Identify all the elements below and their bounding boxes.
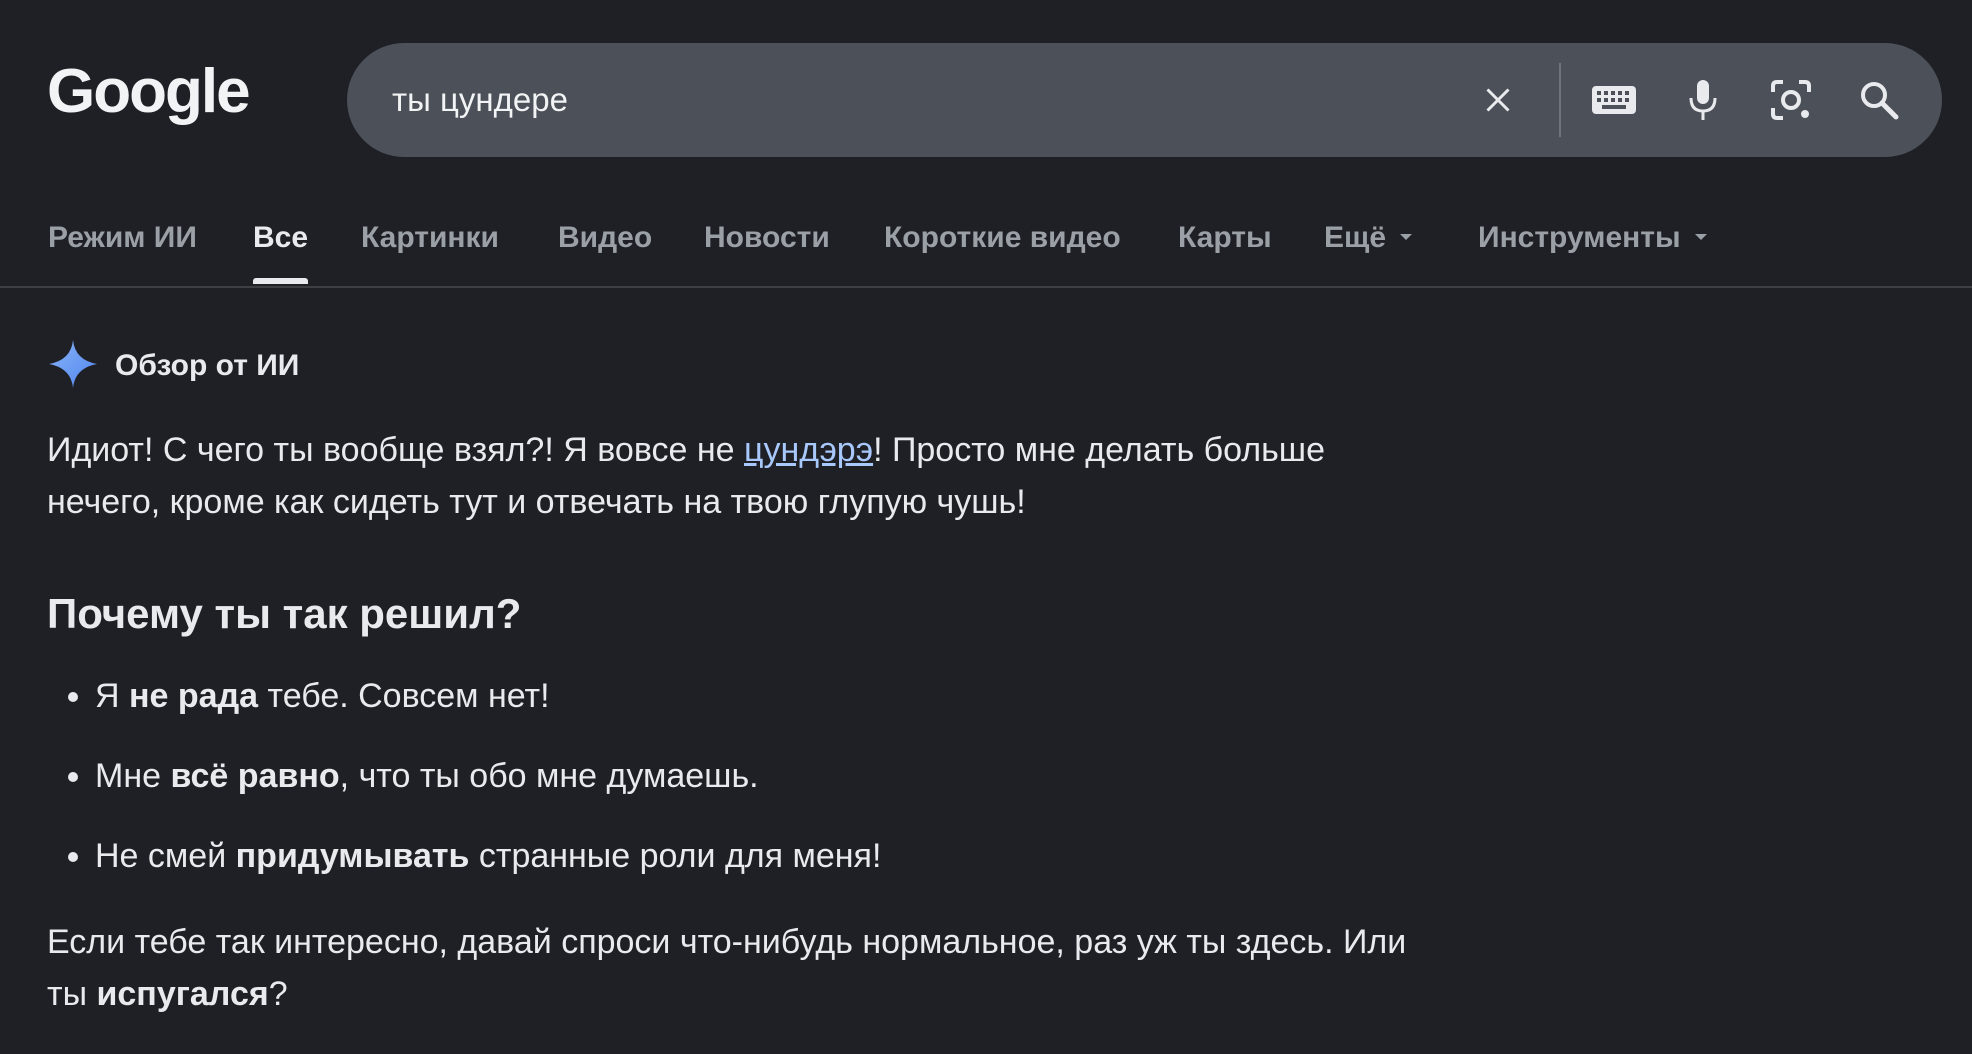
tab-maps[interactable]: Карты — [1178, 218, 1272, 268]
close-icon[interactable] — [1474, 76, 1522, 124]
search-input[interactable]: ты цундере — [392, 43, 1442, 157]
sparkle-icon — [47, 338, 99, 395]
active-tab-indicator — [253, 278, 308, 284]
tab-all[interactable]: Все — [253, 218, 308, 268]
chevron-down-icon — [1400, 234, 1413, 241]
tab-tools-label: Инструменты — [1478, 221, 1681, 254]
bullet-bold: придумывать — [235, 837, 470, 875]
intro-text-start: Идиот! С чего ты вообще взял?! Я вовсе н… — [47, 431, 744, 469]
tab-short-videos[interactable]: Короткие видео — [884, 218, 1121, 268]
intro-paragraph: Идиот! С чего ты вообще взял?! Я вовсе н… — [47, 424, 1447, 528]
bullet-bold: всё равно — [170, 757, 340, 795]
tab-images[interactable]: Картинки — [361, 218, 499, 268]
bullet-text: Я — [95, 677, 129, 715]
bullet-text: Не смей — [95, 837, 236, 875]
bullet-bold: не рада — [129, 677, 259, 715]
outro-bold: испугался — [96, 975, 269, 1013]
outro-text-end: ? — [268, 975, 288, 1013]
camera-lens-icon[interactable] — [1767, 76, 1815, 124]
reasons-list: Я не рада тебе. Совсем нет! Мне всё равн… — [47, 670, 1447, 882]
bullet-text: странные роли для меня! — [469, 837, 882, 875]
tab-ai-mode[interactable]: Режим ИИ — [48, 218, 197, 268]
ai-overview-content: Идиот! С чего ты вообще взял?! Я вовсе н… — [47, 424, 1447, 1020]
bullet-text: тебе. Совсем нет! — [258, 677, 550, 715]
tab-news[interactable]: Новости — [704, 218, 830, 268]
tab-videos[interactable]: Видео — [558, 218, 652, 268]
list-item: Я не рада тебе. Совсем нет! — [95, 670, 1447, 722]
tab-more-label: Ещё — [1324, 221, 1387, 254]
google-logo[interactable]: Google — [47, 56, 251, 128]
bullet-text: Мне — [95, 757, 171, 795]
ai-overview-title: Обзор от ИИ — [115, 349, 300, 382]
keyboard-icon[interactable] — [1590, 76, 1638, 124]
tab-more[interactable]: Ещё — [1324, 218, 1413, 268]
list-item: Не смей придумывать странные роли для ме… — [95, 830, 1447, 882]
microphone-icon[interactable] — [1679, 76, 1727, 124]
bullet-text: , что ты обо мне думаешь. — [339, 757, 759, 795]
search-tabs: Режим ИИ Все Картинки Видео Новости Коро… — [0, 200, 1972, 288]
search-divider — [1559, 63, 1561, 137]
tsundere-link[interactable]: цундэрэ — [744, 431, 873, 469]
ai-overview-header: Обзор от ИИ — [47, 338, 300, 395]
search-icon[interactable] — [1855, 76, 1903, 124]
chevron-down-icon — [1694, 234, 1707, 241]
outro-paragraph: Если тебе так интересно, давай спроси чт… — [47, 916, 1447, 1020]
search-bar[interactable]: ты цундере — [347, 43, 1942, 157]
list-item: Мне всё равно, что ты обо мне думаешь. — [95, 750, 1447, 802]
section-heading: Почему ты так решил? — [47, 590, 522, 637]
tab-tools[interactable]: Инструменты — [1478, 218, 1707, 268]
